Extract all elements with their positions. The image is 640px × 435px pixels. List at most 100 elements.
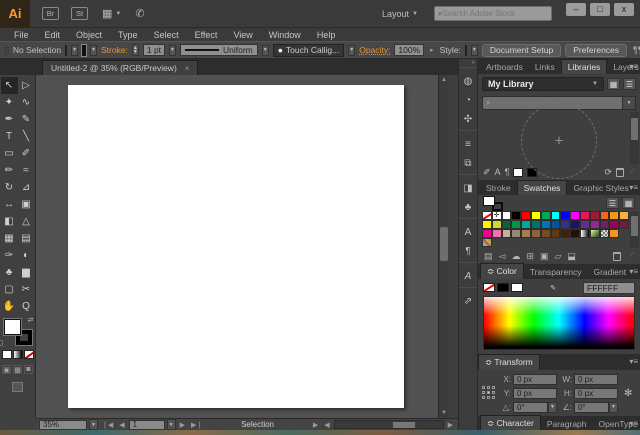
hand-tool[interactable]: ✋ bbox=[1, 298, 18, 315]
character-styles-panel-icon[interactable]: A bbox=[459, 223, 477, 242]
swatch[interactable] bbox=[619, 211, 629, 220]
menu-select[interactable]: Select bbox=[146, 30, 187, 40]
vertical-scrollbar[interactable]: ▲ ▼ bbox=[438, 75, 448, 418]
bridge-icon[interactable]: Br bbox=[42, 7, 59, 20]
w-field[interactable]: 0 px bbox=[574, 374, 618, 385]
swap-fill-stroke-icon[interactable]: ⇄ bbox=[28, 316, 34, 324]
swatch[interactable] bbox=[511, 229, 521, 238]
scale-tool[interactable]: ⊿ bbox=[18, 179, 35, 196]
x-field[interactable]: 0 px bbox=[513, 374, 557, 385]
panel-resize-grip[interactable]: ⟋ bbox=[630, 168, 635, 176]
swatch[interactable] bbox=[560, 220, 570, 229]
scroll-up-icon[interactable]: ▲ bbox=[439, 75, 449, 85]
column-graph-tool[interactable]: ▆ bbox=[18, 264, 35, 281]
swatch[interactable] bbox=[511, 211, 521, 220]
artboard-number-dropdown[interactable]: ▼ bbox=[167, 419, 176, 430]
menu-type[interactable]: Type bbox=[110, 30, 146, 40]
tab-artboards[interactable]: Artboards bbox=[480, 60, 529, 74]
pen-tool[interactable]: ✒ bbox=[1, 111, 18, 128]
swatches-scrollbar[interactable] bbox=[630, 211, 639, 248]
y-field[interactable]: 0 px bbox=[513, 388, 557, 399]
reference-point-locator[interactable] bbox=[482, 386, 496, 400]
tab-stroke[interactable]: Stroke bbox=[480, 181, 517, 195]
tab-transparency[interactable]: Transparency bbox=[524, 265, 588, 279]
stroke-color-swatch[interactable] bbox=[82, 45, 86, 56]
paragraph-styles-panel-icon[interactable]: ¶ bbox=[459, 242, 477, 261]
swatch[interactable] bbox=[570, 220, 580, 229]
type-tool[interactable]: T bbox=[1, 128, 18, 145]
swatch[interactable] bbox=[609, 211, 619, 220]
menu-effect[interactable]: Effect bbox=[187, 30, 226, 40]
swatch[interactable] bbox=[600, 220, 610, 229]
swatch[interactable] bbox=[492, 220, 502, 229]
panel-menu-icon[interactable]: ▾≡ bbox=[629, 357, 638, 366]
tab-links[interactable]: Links bbox=[529, 60, 561, 74]
screen-mode-button[interactable] bbox=[12, 382, 23, 392]
panel-menu-icon[interactable]: ▾≡ bbox=[629, 267, 638, 276]
variable-width-dropdown[interactable]: Uniform bbox=[180, 44, 258, 56]
swatch[interactable] bbox=[541, 229, 551, 238]
free-transform-tool[interactable]: ▣ bbox=[18, 196, 35, 213]
fill-color-dropdown[interactable]: ▼ bbox=[71, 45, 78, 56]
swatch[interactable] bbox=[511, 220, 521, 229]
tab-gradient[interactable]: Gradient bbox=[587, 265, 632, 279]
line-segment-tool[interactable]: ╲ bbox=[18, 128, 35, 145]
first-artboard-icon[interactable]: ❘◀ bbox=[100, 421, 115, 429]
stroke-weight-stepper[interactable]: ▲▼ bbox=[132, 44, 139, 56]
swatch[interactable] bbox=[521, 220, 531, 229]
library-search-dropdown[interactable]: ▼ bbox=[623, 96, 636, 110]
swatch[interactable] bbox=[521, 211, 531, 220]
gradient-tool[interactable]: ▤ bbox=[18, 230, 35, 247]
menu-edit[interactable]: Edit bbox=[37, 30, 69, 40]
swatch[interactable] bbox=[580, 220, 590, 229]
magic-wand-tool[interactable]: ✦ bbox=[1, 94, 18, 111]
library-drop-zone[interactable]: + bbox=[478, 112, 640, 164]
align-options-icon[interactable]: ¶¶▼ bbox=[633, 45, 640, 55]
swatches-fill-stroke-indicator[interactable] bbox=[483, 196, 503, 211]
new-swatch-icon[interactable]: ⬓ bbox=[567, 251, 576, 262]
fill-color-swatch[interactable] bbox=[65, 45, 67, 56]
draw-behind-icon[interactable]: ▩ bbox=[13, 365, 22, 374]
default-fill-stroke-icon[interactable]: ◱ bbox=[0, 339, 3, 347]
panel-grip[interactable]: ⣿ bbox=[4, 46, 9, 55]
selection-tool[interactable]: ↖ bbox=[1, 77, 18, 94]
color-spectrum[interactable] bbox=[483, 296, 635, 350]
swatch[interactable] bbox=[551, 220, 561, 229]
hscroll-right-icon[interactable]: ▶ bbox=[446, 421, 455, 429]
swatch[interactable] bbox=[482, 229, 492, 238]
edit-swatch-icon[interactable]: ▣ bbox=[540, 251, 549, 262]
panel-menu-icon[interactable]: ▾≡ bbox=[629, 62, 638, 71]
brush-caret[interactable]: ▼ bbox=[348, 45, 355, 56]
document-setup-button[interactable]: Document Setup bbox=[482, 44, 561, 57]
stroke-color-dropdown[interactable]: ▼ bbox=[90, 45, 97, 56]
paragraph-style-icon[interactable]: ¶ bbox=[505, 167, 510, 177]
library-white-swatch[interactable] bbox=[513, 168, 523, 177]
tab-libraries[interactable]: Libraries bbox=[561, 59, 608, 74]
workspace-layout-dropdown[interactable]: Layout▼ bbox=[376, 7, 424, 21]
graphics-icon[interactable]: ✐ bbox=[483, 167, 491, 178]
trash-icon[interactable] bbox=[616, 168, 624, 177]
rotate-dropdown[interactable]: ▼ bbox=[548, 402, 557, 413]
preferences-button[interactable]: Preferences bbox=[565, 44, 627, 57]
tab-graphic-styles[interactable]: Graphic Styles bbox=[567, 181, 634, 195]
symbol-sprayer-tool[interactable]: ♣ bbox=[1, 264, 18, 281]
gradient-panel-icon[interactable]: ◔ bbox=[459, 91, 477, 110]
pathfinder-panel-icon[interactable]: ⧉ bbox=[459, 154, 477, 173]
maximize-button[interactable]: □ bbox=[590, 3, 610, 16]
swatch[interactable] bbox=[609, 229, 619, 238]
opacity-label[interactable]: Opacity: bbox=[359, 45, 390, 55]
slice-tool[interactable]: ✂ bbox=[18, 281, 35, 298]
paintbrush-tool[interactable]: ✐ bbox=[18, 145, 35, 162]
expand-panels-icon[interactable]: » bbox=[459, 59, 477, 67]
swatch[interactable] bbox=[482, 220, 492, 229]
swatch[interactable] bbox=[619, 220, 629, 229]
swatch-none[interactable] bbox=[482, 211, 492, 220]
stock-icon[interactable]: St bbox=[71, 7, 88, 20]
artboard[interactable] bbox=[68, 85, 404, 408]
swatch[interactable] bbox=[551, 229, 561, 238]
opacity-arrow-icon[interactable]: ▸ bbox=[428, 46, 436, 54]
horizontal-scrollbar[interactable] bbox=[334, 420, 444, 429]
gradient-button[interactable] bbox=[13, 350, 23, 359]
swatch[interactable] bbox=[492, 229, 502, 238]
appearance-panel-icon[interactable]: ◨ bbox=[459, 179, 477, 198]
